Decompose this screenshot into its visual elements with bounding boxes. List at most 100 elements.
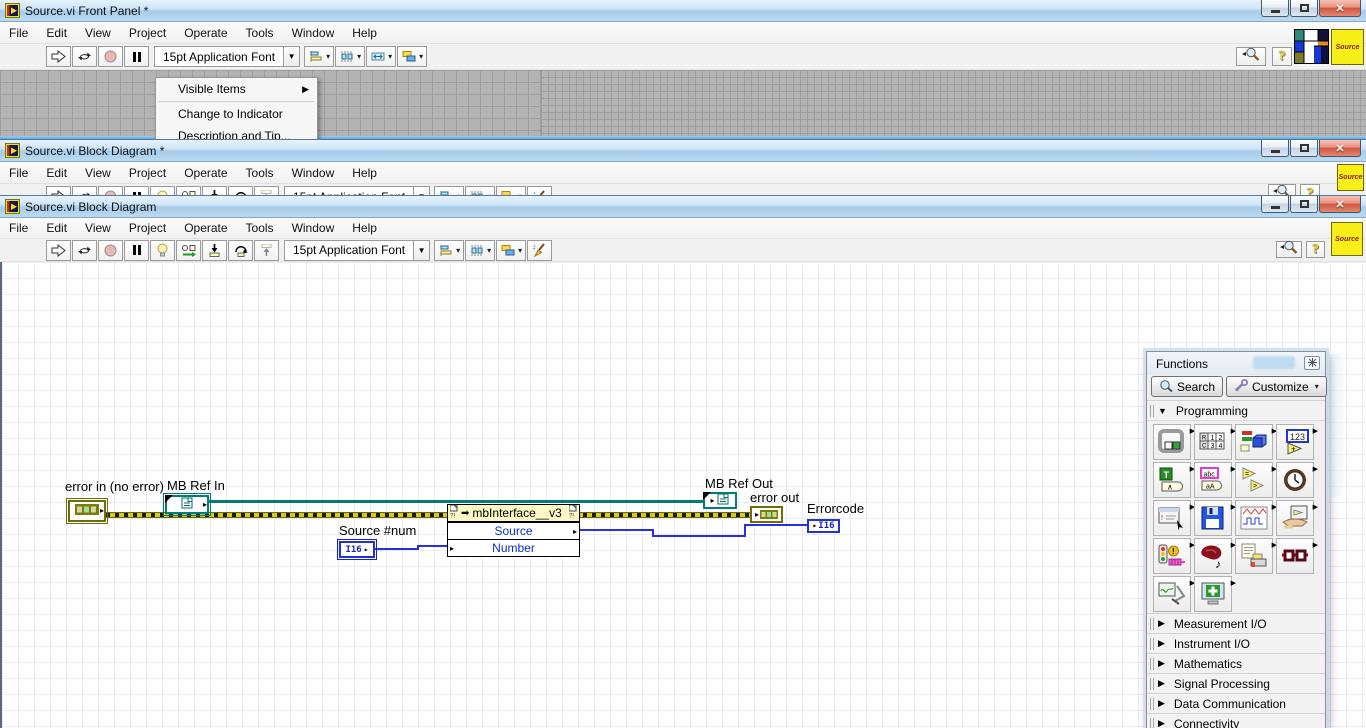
close-button[interactable]: ✕	[1319, 140, 1361, 157]
step-into-button[interactable]	[202, 239, 227, 261]
menu-operate[interactable]: Operate	[175, 163, 236, 183]
menu-view[interactable]: View	[76, 218, 120, 238]
menu-tools[interactable]: Tools	[237, 218, 283, 238]
source-output-wire[interactable]	[652, 535, 744, 537]
category-mathematics[interactable]: ▶ Mathematics	[1147, 653, 1325, 673]
pause-button[interactable]	[124, 46, 149, 67]
font-selector[interactable]: 15pt Application Font ▼	[284, 239, 431, 261]
palette-application-control-icon[interactable]	[1276, 500, 1314, 536]
close-button[interactable]: ✕	[1319, 196, 1361, 213]
run-continuous-button[interactable]	[72, 186, 97, 196]
abort-button[interactable]	[98, 46, 123, 67]
pause-button[interactable]	[124, 239, 149, 261]
palette-array-icon[interactable]: RC1234	[1194, 424, 1232, 460]
vi-icon-badge[interactable]: Source	[1337, 164, 1364, 191]
palette-customize-button[interactable]: Customize ▾	[1226, 376, 1327, 397]
vi-icon-badge[interactable]: Source	[1331, 29, 1364, 65]
step-into-button[interactable]	[202, 186, 227, 196]
help-button[interactable]: ?	[1300, 184, 1320, 196]
run-button[interactable]	[46, 239, 71, 261]
menu-window[interactable]: Window	[283, 218, 344, 238]
menu-edit[interactable]: Edit	[37, 218, 76, 238]
category-connectivity[interactable]: ▶ Connectivity	[1147, 713, 1325, 728]
invoke-node-header[interactable]: ?! ➡ mbInterface__v3 ?!	[448, 504, 579, 522]
menu-project[interactable]: Project	[120, 163, 175, 183]
highlight-execution-button[interactable]	[150, 239, 175, 261]
palette-measurement-probe-icon[interactable]	[1153, 576, 1191, 612]
font-selector[interactable]: 15pt Application Font ▼	[154, 46, 301, 67]
category-data-communication[interactable]: ▶ Data Communication	[1147, 693, 1325, 713]
palette-synchronization-icon[interactable]: !	[1153, 538, 1191, 574]
palette-numeric-icon[interactable]: 123 +	[1276, 424, 1314, 460]
maximize-button[interactable]	[1290, 140, 1318, 157]
vi-icon-badge[interactable]: Source	[1331, 222, 1363, 256]
distribute-objects-button[interactable]: ▾	[465, 186, 496, 196]
caret-down-icon[interactable]: ▼	[413, 187, 430, 196]
invoke-method-number[interactable]: ▸ Number	[448, 539, 579, 556]
palette-waveform-icon[interactable]	[1235, 500, 1273, 536]
step-over-button[interactable]	[228, 186, 253, 196]
palette-search-button[interactable]: Search	[1151, 376, 1224, 397]
palette-comparison-icon[interactable]: = >	[1235, 462, 1273, 498]
palette-structures-icon[interactable]	[1153, 424, 1191, 460]
maximize-button[interactable]	[1290, 0, 1318, 17]
titlebar-front-panel[interactable]: Source.vi Front Panel * ✕	[0, 0, 1366, 22]
palette-boolean-icon[interactable]: T ∧	[1153, 462, 1191, 498]
palette-titlebar[interactable]: Functions	[1147, 352, 1325, 375]
font-selector[interactable]: 15pt Application Font ▼	[284, 186, 431, 196]
connector-pane-icon[interactable]	[1294, 29, 1329, 69]
number-input-wire[interactable]	[375, 548, 419, 550]
titlebar-block-diagram-back[interactable]: Source.vi Block Diagram * ✕	[0, 140, 1366, 162]
source-output-wire[interactable]	[744, 524, 807, 526]
step-over-button[interactable]	[228, 239, 253, 261]
menu-project[interactable]: Project	[120, 218, 175, 238]
mb-ref-out-terminal[interactable]: ▸	[703, 492, 737, 509]
errorcode-terminal[interactable]: ▸ I16	[807, 519, 840, 533]
category-measurement-i-o[interactable]: ▶ Measurement I/O	[1147, 613, 1325, 633]
mb-ref-in-terminal[interactable]: ▸	[163, 493, 211, 516]
palette-report-generation-icon[interactable]	[1235, 538, 1273, 574]
menu-operate[interactable]: Operate	[175, 218, 236, 238]
reorder-button[interactable]: ▾	[397, 46, 428, 67]
maximize-button[interactable]	[1290, 196, 1318, 213]
step-out-button[interactable]	[254, 239, 279, 261]
context-menu-item-visible-items[interactable]: Visible Items ▶	[156, 78, 317, 100]
palette-cluster-class-variant-icon[interactable]	[1235, 424, 1273, 460]
menu-edit[interactable]: Edit	[37, 163, 76, 183]
distribute-objects-button[interactable]: ▾	[465, 239, 496, 261]
menu-file[interactable]: File	[0, 23, 37, 43]
menu-edit[interactable]: Edit	[37, 23, 76, 43]
caret-down-icon[interactable]: ▼	[283, 47, 300, 66]
category-programming[interactable]: ▼ Programming	[1147, 400, 1325, 420]
search-button[interactable]	[1276, 240, 1302, 258]
category-instrument-i-o[interactable]: ▶ Instrument I/O	[1147, 633, 1325, 653]
category-signal-processing[interactable]: ▶ Signal Processing	[1147, 673, 1325, 693]
align-objects-button[interactable]: ▾	[434, 239, 465, 261]
menu-window[interactable]: Window	[283, 23, 344, 43]
retain-wire-values-button[interactable]	[176, 239, 201, 261]
close-button[interactable]: ✕	[1319, 0, 1361, 17]
source-output-wire[interactable]	[580, 529, 652, 531]
palette-string-icon[interactable]: abc aA	[1194, 462, 1232, 498]
search-button[interactable]	[1236, 47, 1266, 66]
palette-timing-icon[interactable]	[1276, 462, 1314, 498]
minimize-button[interactable]	[1261, 140, 1289, 157]
error-out-terminal[interactable]: ▸	[750, 506, 783, 523]
reorder-button[interactable]: ▾	[496, 186, 527, 196]
help-button[interactable]: ?	[1306, 241, 1325, 258]
context-menu-item-description-and-tip[interactable]: Description and Tip...	[156, 125, 317, 140]
search-button[interactable]	[1268, 184, 1296, 196]
menu-help[interactable]: Help	[343, 218, 386, 238]
palette-misc-functions-icon[interactable]	[1276, 538, 1314, 574]
distribute-objects-button[interactable]: ▾	[335, 46, 366, 67]
highlight-execution-button[interactable]	[150, 186, 175, 196]
pause-button[interactable]	[124, 186, 149, 196]
align-objects-button[interactable]: ▾	[434, 186, 465, 196]
abort-button[interactable]	[98, 239, 123, 261]
menu-tools[interactable]: Tools	[237, 163, 283, 183]
caret-down-icon[interactable]: ▼	[413, 240, 430, 260]
menu-tools[interactable]: Tools	[237, 23, 283, 43]
menu-view[interactable]: View	[76, 23, 120, 43]
palette-graphics-sound-icon[interactable]: ♪	[1194, 538, 1232, 574]
palette-addons-icon[interactable]	[1194, 576, 1232, 612]
